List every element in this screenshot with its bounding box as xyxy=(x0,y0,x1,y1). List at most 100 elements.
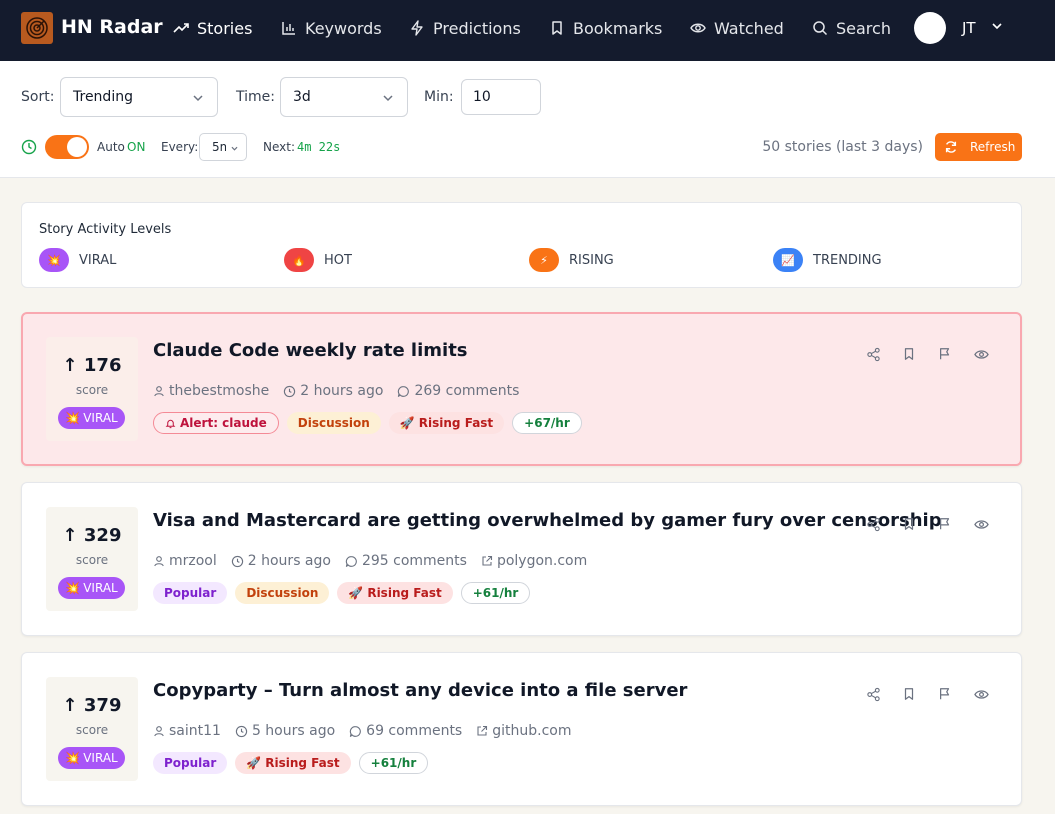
bell-icon xyxy=(165,419,176,428)
min-label: Min: xyxy=(424,89,454,105)
score-box: ↑ 379 score 💥 VIRAL xyxy=(46,677,138,781)
refresh-button[interactable]: Refresh xyxy=(935,133,1022,161)
bookmark-icon[interactable] xyxy=(901,516,917,532)
nav-bookmarks[interactable]: Bookmarks xyxy=(549,18,662,38)
viral-badge: 💥 VIRAL xyxy=(58,407,125,429)
story-title[interactable]: Visa and Mastercard are getting overwhel… xyxy=(153,510,942,531)
viral-badge: 💥 VIRAL xyxy=(58,577,125,599)
every-label: Every: xyxy=(161,140,199,154)
tag-popular: Popular xyxy=(153,752,228,774)
nav-watched-label: Watched xyxy=(714,18,784,38)
explosion-icon: 💥 xyxy=(65,581,81,595)
arrow-up-icon: ↑ xyxy=(62,355,84,376)
domain-link[interactable]: github.com xyxy=(476,723,571,739)
flag-icon[interactable] xyxy=(937,346,953,362)
nav-stories[interactable]: Stories xyxy=(173,18,252,38)
score-box: ↑ 329 score 💥 VIRAL xyxy=(46,507,138,611)
refresh-icon xyxy=(945,141,957,153)
tag-rising: 🚀 Rising Fast xyxy=(235,752,351,774)
search-icon xyxy=(813,21,828,36)
story-title[interactable]: Claude Code weekly rate limits xyxy=(153,340,468,361)
legend-label: RISING xyxy=(569,252,614,268)
eye-icon[interactable] xyxy=(973,686,989,702)
story-card[interactable]: ↑ 379 score 💥 VIRAL Copyparty – Turn almo… xyxy=(21,652,1022,806)
share-icon[interactable] xyxy=(865,686,881,702)
nav-keywords-label: Keywords xyxy=(305,18,382,38)
story-tags: Popular Discussion 🚀 Rising Fast +61/hr xyxy=(153,582,531,604)
user-icon xyxy=(154,726,164,737)
brand-name[interactable]: HN Radar xyxy=(61,16,163,38)
tag-rising: 🚀 Rising Fast xyxy=(388,412,505,434)
clock-icon xyxy=(21,139,37,155)
score-label: score xyxy=(75,383,109,397)
score-box: ↑ 176 score 💥 VIRAL xyxy=(46,337,138,441)
story-meta: thebestmoshe 2 hours ago 269 comments xyxy=(153,383,519,399)
legend-label: HOT xyxy=(324,252,352,268)
auto-state: ON xyxy=(127,140,146,154)
user-initials[interactable]: JT xyxy=(962,19,976,37)
score-label: score xyxy=(75,553,109,567)
filter-bar: Sort: Trending Time: 3d Min: Auto ON Eve… xyxy=(0,61,1055,178)
chevron-down-icon xyxy=(193,95,203,102)
nav-predictions[interactable]: Predictions xyxy=(409,18,521,38)
bar-chart-icon xyxy=(282,22,295,35)
tag-rate: +67/hr xyxy=(512,412,582,434)
story-tags: Alert: claude Discussion 🚀 Rising Fast +6… xyxy=(153,412,582,434)
explosion-icon: 💥 xyxy=(39,248,69,272)
author[interactable]: mrzool xyxy=(153,553,217,569)
min-score-input[interactable] xyxy=(461,79,541,115)
bookmark-icon[interactable] xyxy=(901,346,917,362)
activity-legend: Story Activity Levels 💥 VIRAL 🔥 HOT ⚡ RI… xyxy=(21,202,1022,288)
story-actions xyxy=(865,346,989,362)
comments-link[interactable]: 295 comments xyxy=(345,553,467,569)
time-select[interactable]: 3d xyxy=(280,77,408,117)
interval-value: 5m xyxy=(212,140,226,154)
story-card[interactable]: ↑ 176 score 💥 VIRAL Claude Code weekly ra… xyxy=(21,312,1022,466)
bookmark-icon[interactable] xyxy=(901,686,917,702)
comments-link[interactable]: 269 comments xyxy=(397,383,519,399)
story-card[interactable]: ↑ 329 score 💥 VIRAL Visa and Mastercard a… xyxy=(21,482,1022,636)
story-actions xyxy=(865,516,989,532)
author[interactable]: thebestmoshe xyxy=(153,383,269,399)
nav-search[interactable]: Search xyxy=(812,18,891,38)
score-value: ↑ 176 xyxy=(62,355,122,376)
top-nav: HN Radar Stories Keywords Predictions Bo… xyxy=(0,0,1055,61)
eye-icon[interactable] xyxy=(973,346,989,362)
nav-bookmarks-label: Bookmarks xyxy=(573,18,663,38)
rocket-icon: 🚀 xyxy=(246,756,262,770)
legend-item-trending: 📈 TRENDING xyxy=(773,248,882,272)
flag-icon[interactable] xyxy=(937,516,953,532)
share-icon[interactable] xyxy=(865,346,881,362)
tag-rate: +61/hr xyxy=(460,582,531,604)
author[interactable]: saint11 xyxy=(153,723,221,739)
user-icon xyxy=(154,386,164,397)
legend-item-hot: 🔥 HOT xyxy=(284,248,352,272)
nav-watched[interactable]: Watched xyxy=(690,18,784,38)
share-icon[interactable] xyxy=(865,516,881,532)
domain-link[interactable]: polygon.com xyxy=(481,553,587,569)
legend-item-rising: ⚡ RISING xyxy=(529,248,614,272)
sort-label: Sort: xyxy=(21,89,55,105)
tag-rising: 🚀 Rising Fast xyxy=(337,582,453,604)
lightning-icon xyxy=(411,20,423,36)
legend-title: Story Activity Levels xyxy=(39,222,172,237)
nav-stories-label: Stories xyxy=(197,18,253,38)
nav-keywords[interactable]: Keywords xyxy=(281,18,382,38)
avatar[interactable] xyxy=(914,12,946,44)
comments-link[interactable]: 69 comments xyxy=(349,723,462,739)
score-value: ↑ 379 xyxy=(62,695,122,716)
sort-select[interactable]: Trending xyxy=(60,77,218,117)
auto-refresh-toggle[interactable] xyxy=(45,135,89,159)
eye-icon[interactable] xyxy=(973,516,989,532)
flag-icon[interactable] xyxy=(937,686,953,702)
story-title[interactable]: Copyparty – Turn almost any device into … xyxy=(153,680,687,701)
radar-logo-icon[interactable] xyxy=(21,12,53,44)
tag-rate: +61/hr xyxy=(358,752,429,774)
eye-icon xyxy=(690,23,706,33)
trending-up-icon xyxy=(173,23,189,33)
comment-icon xyxy=(398,385,410,397)
chevron-down-icon[interactable] xyxy=(990,19,1004,33)
legend-label: VIRAL xyxy=(79,252,117,268)
interval-select[interactable]: 5m xyxy=(199,133,247,161)
post-time: 2 hours ago xyxy=(283,383,383,399)
